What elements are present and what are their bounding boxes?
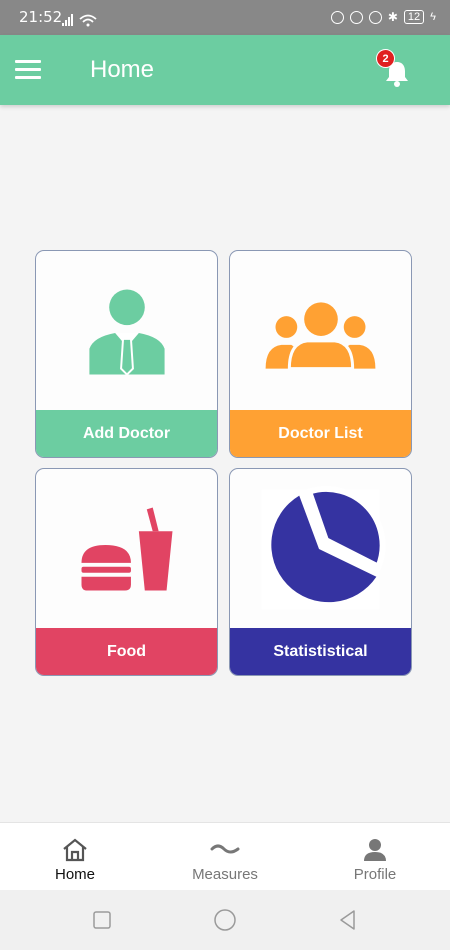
card-label: Statististical (230, 628, 411, 675)
status-time: 21:52 (19, 8, 63, 26)
food-card[interactable]: Food (35, 468, 218, 676)
app-bar: Home 2 (0, 35, 450, 105)
system-navigation-bar (0, 890, 450, 950)
menu-icon[interactable] (15, 60, 41, 80)
statistical-card[interactable]: Statististical (229, 468, 412, 676)
status-right-icons: ✱ 12 ϟ (330, 10, 436, 24)
doctor-icon (89, 289, 165, 376)
nav-label: Home (54, 866, 95, 883)
home-circle-icon[interactable] (213, 908, 237, 932)
group-icon (265, 302, 376, 371)
card-label: Doctor List (230, 410, 411, 457)
wave-icon (210, 844, 240, 854)
nav-home[interactable]: Home (0, 823, 150, 891)
nav-label: Profile (353, 866, 397, 883)
battery-icon: 12 (403, 10, 425, 24)
notification-button[interactable]: 2 (376, 49, 414, 91)
nav-label: Measures (192, 866, 258, 883)
charging-icon: ϟ (430, 11, 436, 23)
notification-badge: 2 (376, 49, 395, 68)
home-icon (63, 838, 87, 862)
person-icon (364, 839, 386, 861)
fast-food-icon (81, 507, 173, 591)
bluetooth-icon: ✱ (387, 10, 398, 24)
card-label: Food (36, 628, 217, 675)
pie-chart-icon (261, 486, 386, 610)
page-title: Home (90, 56, 155, 83)
vibrate-icon (330, 10, 344, 24)
card-label: Add Doctor (36, 410, 217, 457)
status-bar: 21:52 ✱ 12 ϟ (0, 0, 450, 35)
nav-measures[interactable]: Measures (150, 823, 300, 891)
lock-icon (349, 10, 363, 24)
nav-profile[interactable]: Profile (300, 823, 450, 891)
bottom-navigation: Home Measures Profile (0, 822, 450, 891)
signal-wifi-icon (62, 14, 97, 27)
recent-apps-icon[interactable] (92, 910, 112, 930)
doctor-list-card[interactable]: Doctor List (229, 250, 412, 458)
back-icon[interactable] (338, 909, 358, 931)
add-doctor-card[interactable]: Add Doctor (35, 250, 218, 458)
alarm-icon (368, 10, 382, 24)
